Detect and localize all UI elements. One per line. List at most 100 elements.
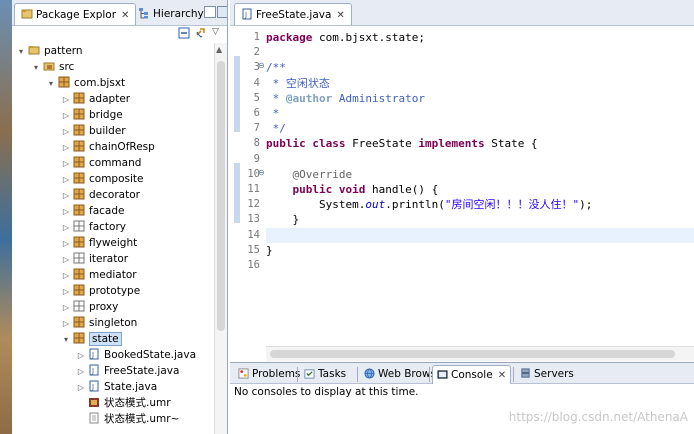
- package-icon: [73, 332, 85, 344]
- tree-item[interactable]: ▷ iterator: [61, 251, 128, 267]
- collapsed-arrow-icon[interactable]: ▷: [61, 188, 71, 204]
- collapsed-arrow-icon[interactable]: ▷: [61, 124, 71, 140]
- tree-item[interactable]: ▷ prototype: [61, 283, 140, 299]
- tree-item[interactable]: ▷ facade: [61, 203, 124, 219]
- tree-item[interactable]: ▾ src: [31, 59, 74, 75]
- explorer-scrollbar[interactable]: ▲: [214, 43, 227, 434]
- collapsed-arrow-icon[interactable]: ▷: [76, 348, 86, 364]
- collapse-all-icon[interactable]: [178, 27, 190, 39]
- tab-hierarchy[interactable]: Hierarchy: [132, 3, 210, 25]
- tree-item[interactable]: ▷ chainOfResp: [61, 139, 155, 155]
- fold-toggle-icon[interactable]: ⊖: [258, 61, 265, 70]
- tab-package-explorer[interactable]: Package Explor ✕: [14, 3, 137, 25]
- collapsed-arrow-icon[interactable]: ▷: [61, 108, 71, 124]
- collapsed-arrow-icon[interactable]: ▷: [61, 300, 71, 316]
- code-token: package: [266, 31, 313, 44]
- code-line[interactable]: *: [266, 106, 694, 121]
- tree-item[interactable]: ▷ J State.java: [76, 379, 157, 395]
- code-line[interactable]: }: [266, 212, 694, 227]
- tree-item[interactable]: ▷ singleton: [61, 315, 137, 331]
- tree-item[interactable]: ▷ adapter: [61, 91, 130, 107]
- tree-item[interactable]: ▾ state: [61, 331, 122, 347]
- tree-item[interactable]: ▷ composite: [61, 171, 143, 187]
- close-icon[interactable]: ✕: [498, 370, 506, 381]
- collapsed-arrow-icon[interactable]: ▷: [61, 252, 71, 268]
- collapsed-arrow-icon[interactable]: ▷: [61, 92, 71, 108]
- source-folder-icon: [43, 60, 55, 72]
- code-line[interactable]: * @author Administrator: [266, 91, 694, 106]
- tree-item[interactable]: 状态模式.umr~: [76, 411, 179, 427]
- code-line[interactable]: }: [266, 243, 694, 258]
- scrollbar-thumb[interactable]: [217, 61, 225, 331]
- collapsed-arrow-icon[interactable]: ▷: [61, 172, 71, 188]
- collapsed-arrow-icon[interactable]: ▷: [61, 204, 71, 220]
- tab-problems[interactable]: Problems: [234, 365, 304, 384]
- tree-item[interactable]: ▷ J BookedState.java: [76, 347, 196, 363]
- code-token: "房间空闲！！！没人住！": [444, 198, 580, 212]
- collapsed-arrow-icon[interactable]: ▷: [76, 364, 86, 380]
- collapsed-arrow-icon[interactable]: ▷: [76, 380, 86, 396]
- tab-separator: [513, 367, 514, 382]
- code-token: @Override: [266, 167, 353, 181]
- code-line[interactable]: package com.bjsxt.state;: [266, 30, 694, 45]
- code-line[interactable]: /**: [266, 60, 694, 75]
- collapsed-arrow-icon[interactable]: ▷: [61, 268, 71, 284]
- tree-item[interactable]: ▷ flyweight: [61, 235, 137, 251]
- code-line[interactable]: [266, 227, 694, 243]
- code-line[interactable]: @Override: [266, 167, 694, 182]
- svg-text:J: J: [91, 367, 94, 375]
- code-area[interactable]: package com.bjsxt.state; /** * 空闲状态 * @au…: [266, 26, 694, 346]
- code-line[interactable]: System.out.println("房间空闲！！！没人住！");: [266, 197, 694, 212]
- line-number: 5: [253, 91, 260, 104]
- expanded-arrow-icon[interactable]: ▾: [61, 332, 71, 348]
- tab-servers[interactable]: Servers: [516, 365, 578, 384]
- tree-item[interactable]: ▷ factory: [61, 219, 126, 235]
- minimize-button[interactable]: [204, 6, 216, 18]
- code-line[interactable]: public void handle() {: [266, 182, 694, 197]
- collapsed-arrow-icon[interactable]: ▷: [61, 284, 71, 300]
- code-line[interactable]: [266, 258, 694, 273]
- package-icon: [73, 316, 85, 328]
- tree-item-label: prototype: [89, 285, 141, 297]
- tree-item[interactable]: 状态模式.umr: [76, 395, 171, 411]
- tree-item[interactable]: ▷ builder: [61, 123, 126, 139]
- close-icon[interactable]: ✕: [121, 10, 129, 21]
- tab-label: FreeState.java: [256, 9, 332, 21]
- editor-horizontal-scrollbar[interactable]: [266, 346, 694, 361]
- tree-item[interactable]: ▷ decorator: [61, 187, 140, 203]
- tree-item-label: proxy: [89, 301, 119, 313]
- scrollbar-thumb[interactable]: [270, 350, 675, 358]
- tree-item[interactable]: ▷ proxy: [61, 299, 118, 315]
- tree-item[interactable]: ▷ command: [61, 155, 141, 171]
- tree-item[interactable]: ▷ J FreeState.java: [76, 363, 179, 379]
- collapsed-arrow-icon[interactable]: ▷: [61, 156, 71, 172]
- view-menu-icon[interactable]: ▽: [212, 27, 224, 39]
- code-line[interactable]: public class FreeState implements State …: [266, 136, 694, 151]
- console-icon: [437, 368, 448, 379]
- code-line[interactable]: * 空闲状态: [266, 76, 694, 91]
- collapsed-arrow-icon[interactable]: ▷: [61, 236, 71, 252]
- link-with-editor-icon[interactable]: [195, 27, 207, 39]
- tab-console[interactable]: Console ✕: [432, 365, 512, 384]
- scroll-up-icon[interactable]: ▲: [216, 45, 222, 54]
- close-icon[interactable]: ✕: [336, 10, 344, 21]
- tab-freestate-java[interactable]: J FreeState.java ✕: [234, 3, 352, 25]
- tree-item[interactable]: ▷ mediator: [61, 267, 137, 283]
- collapsed-arrow-icon[interactable]: ▷: [61, 316, 71, 332]
- code-line[interactable]: */: [266, 121, 694, 136]
- collapsed-arrow-icon[interactable]: ▷: [61, 220, 71, 236]
- expanded-arrow-icon[interactable]: ▾: [16, 44, 26, 60]
- maximize-button[interactable]: [217, 6, 227, 18]
- tree-item[interactable]: ▾ com.bjsxt: [46, 75, 125, 91]
- fold-toggle-icon[interactable]: ⊖: [258, 168, 265, 177]
- tree-item[interactable]: ▷ bridge: [61, 107, 123, 123]
- collapsed-arrow-icon[interactable]: ▷: [61, 140, 71, 156]
- code-line[interactable]: [266, 152, 694, 167]
- expanded-arrow-icon[interactable]: ▾: [31, 60, 41, 76]
- bottom-tab-bar: Problems Tasks Web Browser Console ✕ Servers: [230, 363, 694, 384]
- tab-tasks[interactable]: Tasks: [300, 365, 350, 384]
- empty-package-icon: [73, 300, 85, 312]
- code-line[interactable]: [266, 45, 694, 60]
- expanded-arrow-icon[interactable]: ▾: [46, 76, 56, 92]
- tree-item[interactable]: ▾ pattern: [16, 43, 83, 59]
